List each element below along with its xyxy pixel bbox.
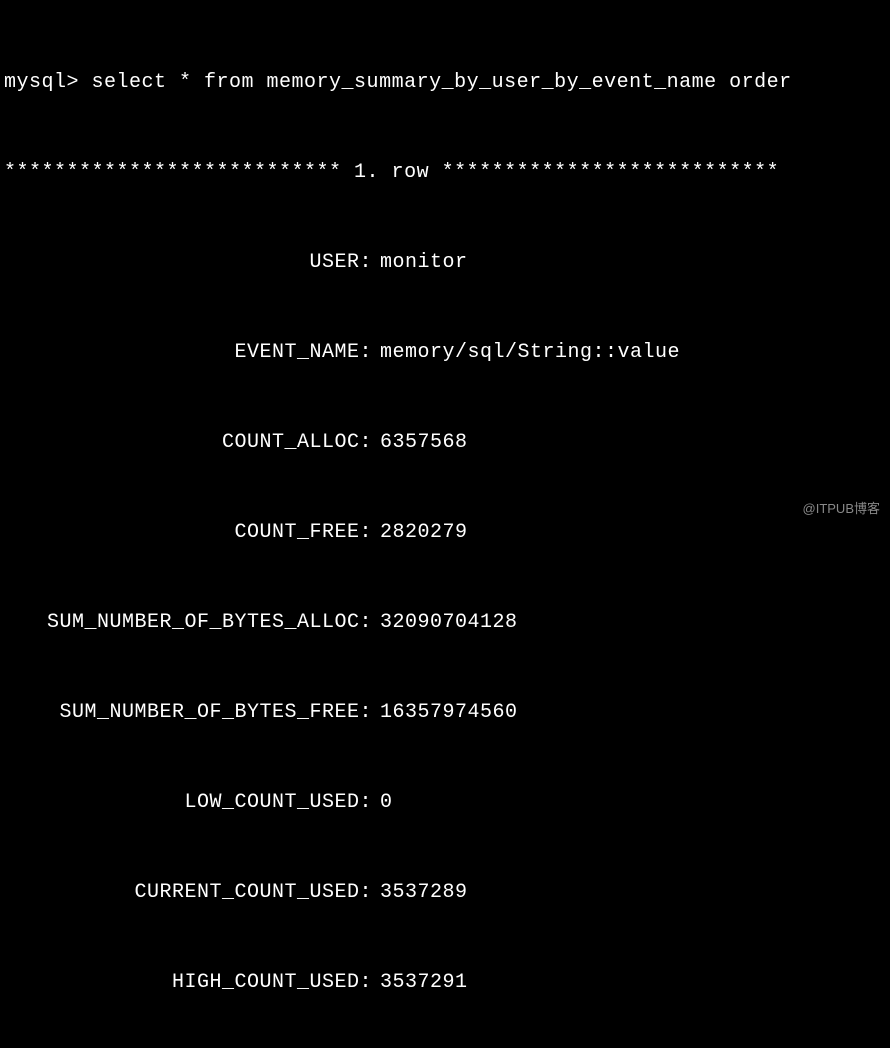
- watermark: @ITPUB博客: [803, 499, 880, 519]
- field-value: monitor: [372, 248, 468, 278]
- field-value: memory/sql/String::value: [372, 338, 680, 368]
- result-row: HIGH_COUNT_USED:3537291: [4, 968, 886, 998]
- result-row: EVENT_NAME:memory/sql/String::value: [4, 338, 886, 368]
- field-label: EVENT_NAME:: [4, 338, 372, 368]
- field-label: HIGH_COUNT_USED:: [4, 968, 372, 998]
- field-label: SUM_NUMBER_OF_BYTES_ALLOC:: [4, 608, 372, 638]
- field-label: USER:: [4, 248, 372, 278]
- field-label: COUNT_FREE:: [4, 518, 372, 548]
- field-label: CURRENT_COUNT_USED:: [4, 878, 372, 908]
- field-label: SUM_NUMBER_OF_BYTES_FREE:: [4, 698, 372, 728]
- sql-query: select * from memory_summary_by_user_by_…: [79, 71, 792, 94]
- field-value: 16357974560: [372, 698, 518, 728]
- field-value: 0: [372, 788, 393, 818]
- terminal-output: mysql> select * from memory_summary_by_u…: [4, 8, 886, 1048]
- field-value: 6357568: [372, 428, 468, 458]
- mysql-prompt: mysql>: [4, 71, 79, 94]
- field-value: 32090704128: [372, 608, 518, 638]
- result-row: CURRENT_COUNT_USED:3537289: [4, 878, 886, 908]
- result-row: LOW_COUNT_USED:0: [4, 788, 886, 818]
- field-label: LOW_COUNT_USED:: [4, 788, 372, 818]
- field-label: COUNT_ALLOC:: [4, 428, 372, 458]
- result-row: COUNT_ALLOC:6357568: [4, 428, 886, 458]
- field-value: 3537289: [372, 878, 468, 908]
- query-line: mysql> select * from memory_summary_by_u…: [4, 68, 886, 98]
- result-row: SUM_NUMBER_OF_BYTES_ALLOC:32090704128: [4, 608, 886, 638]
- row-separator-header: *************************** 1. row *****…: [4, 158, 886, 188]
- field-value: 2820279: [372, 518, 468, 548]
- result-row: COUNT_FREE:2820279: [4, 518, 886, 548]
- field-value: 3537291: [372, 968, 468, 998]
- result-row: USER:monitor: [4, 248, 886, 278]
- result-row: SUM_NUMBER_OF_BYTES_FREE:16357974560: [4, 698, 886, 728]
